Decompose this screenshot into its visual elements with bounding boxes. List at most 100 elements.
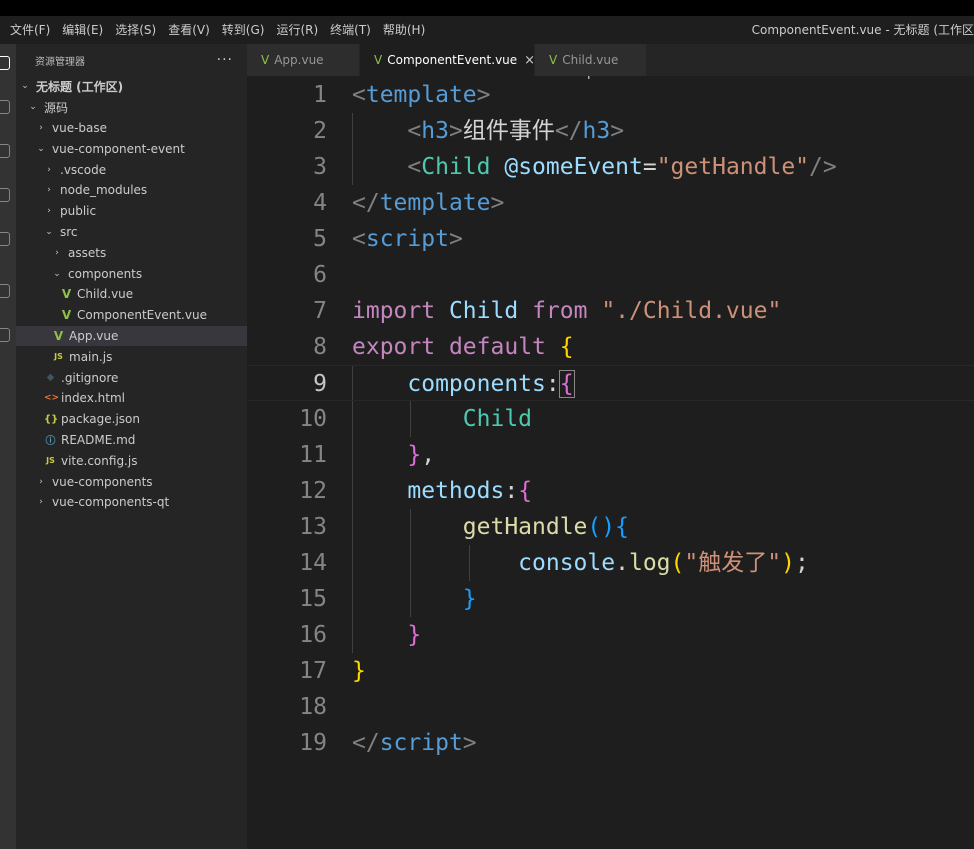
- code-token: >: [476, 82, 491, 108]
- close-icon[interactable]: ×: [524, 53, 535, 68]
- code-token: </: [352, 190, 380, 216]
- menu-edit[interactable]: 编辑(E): [56, 16, 109, 44]
- code-line[interactable]: 19 </script>: [247, 725, 974, 761]
- chevron-right-icon: ›: [39, 476, 43, 487]
- vue-file-icon: V: [61, 308, 72, 323]
- code-token: {: [558, 370, 575, 398]
- explorer-icon[interactable]: [0, 56, 10, 70]
- tree-folder[interactable]: › assets: [16, 242, 247, 263]
- code-token: "触发了": [684, 550, 782, 576]
- menu-help[interactable]: 帮助(H): [377, 16, 431, 44]
- code-line[interactable]: 11 },: [247, 437, 974, 473]
- code-token: ;: [794, 550, 809, 576]
- menu-file[interactable]: 文件(F): [0, 16, 56, 44]
- tree-file[interactable]: JS vite.config.js: [16, 450, 247, 471]
- explorer-header: 资源管理器 ···: [16, 44, 247, 76]
- tree-file[interactable]: ◆ .gitignore: [16, 367, 247, 388]
- line-number: 13: [299, 514, 327, 540]
- js-file-icon: JS: [46, 456, 55, 466]
- tree-file[interactable]: {} package.json: [16, 409, 247, 430]
- tree-folder[interactable]: › vue-components: [16, 471, 247, 492]
- tab-child-vue[interactable]: V Child.vue: [535, 44, 647, 76]
- code-token: </: [352, 730, 380, 756]
- line-number: 7: [313, 298, 327, 324]
- line-number: 8: [313, 334, 327, 360]
- code-token: 组件事件: [462, 118, 555, 144]
- code-line[interactable]: 9 components:{: [247, 365, 974, 401]
- code-line[interactable]: 18: [247, 689, 974, 725]
- code-token: @someEvent: [504, 154, 643, 180]
- code-line[interactable]: 4 </template>: [247, 185, 974, 221]
- code-token: <: [407, 154, 422, 180]
- code-line[interactable]: 5 <script>: [247, 221, 974, 257]
- code-line[interactable]: 1 <template>: [247, 77, 974, 113]
- code-line[interactable]: 17}: [247, 653, 974, 689]
- code-line[interactable]: 3 <Child @someEvent="getHandle"/>: [247, 149, 974, 185]
- menu-go[interactable]: 转到(G): [216, 16, 271, 44]
- code-token: =: [642, 154, 657, 180]
- tree-file[interactable]: V App.vue: [16, 325, 247, 347]
- code-line[interactable]: 16 }: [247, 617, 974, 653]
- code-text: Child: [352, 401, 532, 437]
- tree-folder[interactable]: ⌄ src: [16, 222, 247, 243]
- tree-file[interactable]: V ComponentEvent.vue: [16, 305, 247, 326]
- tree-folder[interactable]: ⌄ 源码: [16, 97, 247, 118]
- run-debug-icon[interactable]: [0, 188, 10, 202]
- tree-item-label: vue-base: [52, 120, 108, 135]
- code-token: template: [365, 82, 477, 108]
- code-line[interactable]: 7 import Child from "./Child.vue": [247, 293, 974, 329]
- tree-item-label: assets: [68, 245, 107, 260]
- menu-view[interactable]: 查看(V): [162, 16, 216, 44]
- chevron-right-icon: ›: [47, 185, 51, 196]
- vue-file-icon: V: [61, 287, 72, 302]
- source-control-icon[interactable]: [0, 144, 10, 158]
- code-token: import: [352, 298, 436, 324]
- tree-folder[interactable]: ⌄ 无标题 (工作区): [16, 76, 247, 97]
- line-number: 11: [299, 442, 327, 468]
- tree-folder[interactable]: › vue-components-qt: [16, 492, 247, 513]
- menu-run[interactable]: 运行(R): [270, 16, 324, 44]
- tab-app-vue[interactable]: V App.vue: [247, 44, 360, 76]
- code-token: components: [407, 371, 546, 397]
- tree-file[interactable]: JS main.js: [16, 346, 247, 367]
- code-token: :: [504, 478, 519, 504]
- vue-file-icon: V: [53, 328, 64, 343]
- tree-folder[interactable]: › public: [16, 201, 247, 222]
- tree-folder[interactable]: ⌄ vue-component-event: [16, 138, 247, 159]
- tree-folder[interactable]: › vue-base: [16, 118, 247, 139]
- code-line[interactable]: 13 getHandle(){: [247, 509, 974, 545]
- tree-file[interactable]: ⓘ README.md: [16, 430, 247, 451]
- code-text: }: [352, 581, 477, 617]
- tree-folder[interactable]: ⌄ components: [16, 263, 247, 284]
- menu-selection[interactable]: 选择(S): [109, 16, 162, 44]
- line-number: 6: [313, 262, 327, 288]
- code-line[interactable]: 15 }: [247, 581, 974, 617]
- testing-icon[interactable]: [0, 284, 10, 298]
- more-actions-icon[interactable]: ···: [217, 52, 233, 68]
- code-token: from: [532, 298, 588, 324]
- code-token: >: [448, 226, 463, 252]
- tab-componentevent-vue[interactable]: V ComponentEvent.vue ×: [360, 44, 535, 76]
- code-line[interactable]: 8 export default {: [247, 329, 974, 365]
- code-line[interactable]: 12 methods:{: [247, 473, 974, 509]
- remote-explorer-icon[interactable]: [0, 232, 10, 246]
- tree-folder[interactable]: › .vscode: [16, 159, 247, 180]
- code-token: <: [352, 226, 366, 252]
- tree-folder[interactable]: › node_modules: [16, 180, 247, 201]
- code-line[interactable]: 10 Child: [247, 401, 974, 437]
- code-token: script: [379, 730, 463, 756]
- code-line[interactable]: 14 console.log("触发了");: [247, 545, 974, 581]
- extensions-icon[interactable]: [0, 328, 10, 342]
- code-line[interactable]: 6: [247, 257, 974, 293]
- code-line[interactable]: 2 <h3>组件事件</h3>: [247, 113, 974, 149]
- tree-file[interactable]: V Child.vue: [16, 284, 247, 305]
- tree-file[interactable]: <> index.html: [16, 388, 247, 409]
- search-icon[interactable]: [0, 100, 10, 114]
- menu-terminal[interactable]: 终端(T): [324, 16, 377, 44]
- code-editor[interactable]: I 1<template>2 <h3>组件事件</h3>3 <Child @so…: [247, 76, 974, 849]
